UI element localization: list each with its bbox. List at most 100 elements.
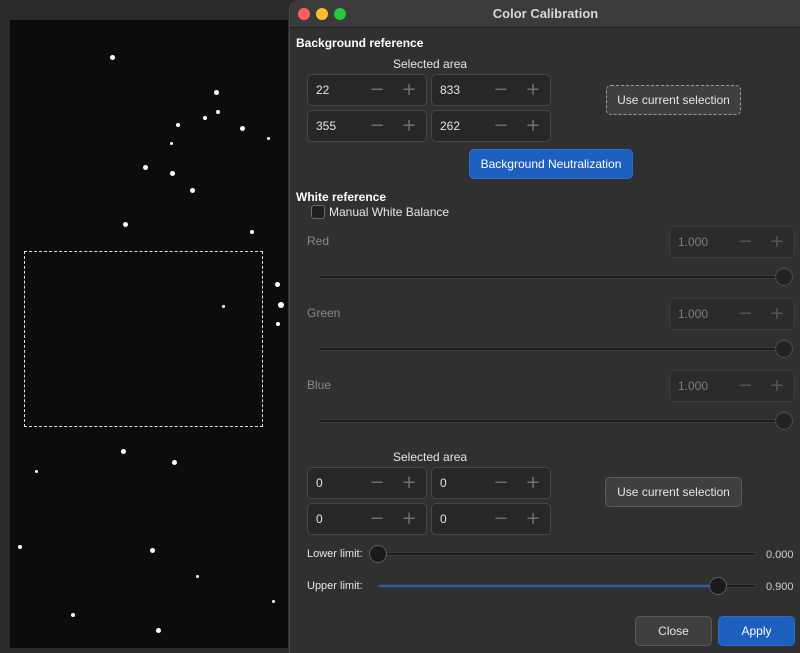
plus-icon[interactable]: + <box>766 375 788 397</box>
bg-width-spinbox[interactable]: 355 − + <box>307 110 427 142</box>
white-y-value: 0 <box>440 476 447 490</box>
minus-icon[interactable]: − <box>490 115 512 137</box>
red-slider-thumb[interactable] <box>775 268 793 286</box>
green-slider[interactable] <box>318 347 784 351</box>
plus-icon[interactable]: + <box>766 303 788 325</box>
red-slider[interactable] <box>318 275 784 279</box>
star <box>170 171 175 176</box>
upper-limit-thumb[interactable] <box>709 577 728 595</box>
star <box>250 230 254 234</box>
bg-width-value: 355 <box>316 119 337 133</box>
bg-use-current-selection-button[interactable]: Use current selection <box>606 85 741 115</box>
green-slider-thumb[interactable] <box>775 340 793 358</box>
blue-label: Blue <box>307 378 332 392</box>
white-reference-heading: White reference <box>296 190 387 204</box>
minus-icon[interactable]: − <box>490 472 512 494</box>
white-x-value: 0 <box>316 476 323 490</box>
blue-slider[interactable] <box>318 419 784 423</box>
star <box>156 628 161 633</box>
plus-icon[interactable]: + <box>522 508 544 530</box>
minus-icon[interactable]: − <box>734 375 756 397</box>
bg-x-spinbox[interactable]: 22 − + <box>307 74 427 106</box>
green-spinbox[interactable]: 1.000 − + <box>669 298 795 330</box>
color-calibration-dialog: Color Calibration Background reference S… <box>289 0 800 653</box>
plus-icon[interactable]: + <box>522 115 544 137</box>
red-label: Red <box>307 234 330 248</box>
plus-icon[interactable]: + <box>398 472 420 494</box>
white-height-value: 0 <box>440 512 447 526</box>
blue-value: 1.000 <box>678 379 709 393</box>
title-bar[interactable]: Color Calibration <box>290 0 800 28</box>
lower-limit-value: 0.000 <box>766 549 794 561</box>
close-button[interactable]: Close <box>635 616 712 646</box>
manual-white-balance-label: Manual White Balance <box>329 205 450 219</box>
background-reference-heading: Background reference <box>296 36 424 50</box>
lower-limit-thumb[interactable] <box>369 545 387 563</box>
manual-white-balance-checkbox[interactable] <box>311 205 325 219</box>
plus-icon[interactable]: + <box>522 79 544 101</box>
white-use-current-selection-button[interactable]: Use current selection <box>605 477 742 507</box>
star <box>71 613 75 617</box>
star <box>190 188 195 193</box>
plus-icon[interactable]: + <box>398 508 420 530</box>
plus-icon[interactable]: + <box>766 231 788 253</box>
red-spinbox[interactable]: 1.000 − + <box>669 226 795 258</box>
star <box>196 575 199 578</box>
window-title: Color Calibration <box>492 6 599 21</box>
bg-height-spinbox[interactable]: 262 − + <box>431 110 551 142</box>
green-label: Green <box>307 306 341 320</box>
white-width-spinbox[interactable]: 0 − + <box>307 503 427 535</box>
plus-icon[interactable]: + <box>398 115 420 137</box>
white-width-value: 0 <box>316 512 323 526</box>
star <box>272 600 275 603</box>
star <box>276 322 280 326</box>
white-height-spinbox[interactable]: 0 − + <box>431 503 551 535</box>
bg-y-value: 833 <box>440 83 461 97</box>
minus-icon[interactable]: − <box>366 472 388 494</box>
star <box>267 137 270 140</box>
star <box>143 165 148 170</box>
minus-icon[interactable]: − <box>490 508 512 530</box>
blue-spinbox[interactable]: 1.000 − + <box>669 370 795 402</box>
star <box>203 116 207 120</box>
minus-icon[interactable]: − <box>490 79 512 101</box>
white-y-spinbox[interactable]: 0 − + <box>431 467 551 499</box>
minus-icon[interactable]: − <box>734 303 756 325</box>
upper-limit-slider[interactable] <box>378 584 756 588</box>
upper-limit-label: Upper limit: <box>307 580 363 592</box>
star <box>214 90 219 95</box>
star <box>172 460 177 465</box>
star <box>275 282 280 287</box>
blue-slider-thumb[interactable] <box>775 412 793 430</box>
plus-icon[interactable]: + <box>398 79 420 101</box>
star <box>35 470 38 473</box>
star <box>121 449 126 454</box>
bg-height-value: 262 <box>440 119 461 133</box>
selection-rectangle[interactable] <box>24 251 263 427</box>
star <box>216 110 220 114</box>
lower-limit-slider[interactable] <box>378 552 756 556</box>
star <box>240 126 245 131</box>
star <box>176 123 180 127</box>
red-value: 1.000 <box>678 235 709 249</box>
apply-button[interactable]: Apply <box>718 616 795 646</box>
minus-icon[interactable]: − <box>366 115 388 137</box>
minus-icon[interactable]: − <box>366 508 388 530</box>
bg-x-value: 22 <box>316 83 330 97</box>
green-value: 1.000 <box>678 307 709 321</box>
star <box>110 55 115 60</box>
star <box>150 548 155 553</box>
star <box>18 545 22 549</box>
upper-limit-fill <box>379 585 718 587</box>
bg-y-spinbox[interactable]: 833 − + <box>431 74 551 106</box>
white-x-spinbox[interactable]: 0 − + <box>307 467 427 499</box>
white-selected-area-label: Selected area <box>393 450 468 464</box>
bg-selected-area-label: Selected area <box>393 57 468 71</box>
star <box>278 302 284 308</box>
minus-icon[interactable]: − <box>734 231 756 253</box>
upper-limit-value: 0.900 <box>766 581 794 593</box>
background-neutralization-button[interactable]: Background Neutralization <box>469 149 633 179</box>
minus-icon[interactable]: − <box>366 79 388 101</box>
lower-limit-label: Lower limit: <box>307 548 363 560</box>
plus-icon[interactable]: + <box>522 472 544 494</box>
